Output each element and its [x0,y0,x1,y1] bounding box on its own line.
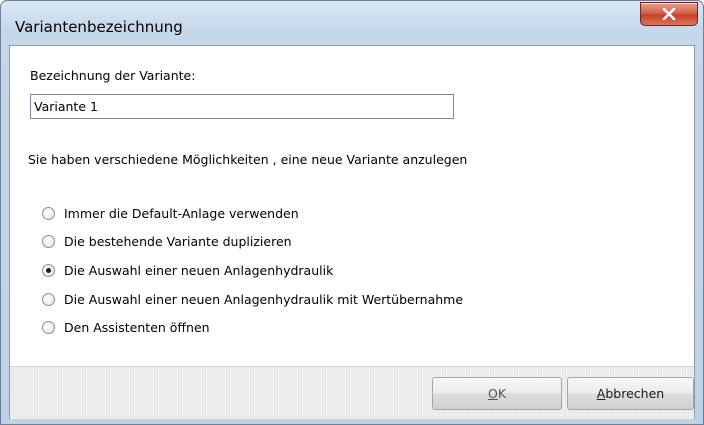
variant-name-input[interactable] [30,94,454,119]
cancel-mnemonic: A [596,386,606,401]
option-default-anlage[interactable]: Immer die Default-Anlage verwenden [42,204,299,222]
radio-button-selected[interactable] [42,263,55,277]
close-button[interactable] [640,2,698,26]
radio-button[interactable] [42,320,55,334]
dialog-content: Bezeichnung der Variante: Sie haben vers… [9,45,695,419]
radio-button[interactable] [42,206,55,220]
cancel-button[interactable]: Abbrechen [567,377,694,410]
radio-button[interactable] [42,292,55,306]
cancel-label-rest: bbrechen [605,386,665,401]
option-label: Die Auswahl einer neuen Anlagenhydraulik [64,262,334,278]
option-new-hydraulics-with-values[interactable]: Die Auswahl einer neuen Anlagenhydraulik… [42,290,463,308]
option-label: Die Auswahl einer neuen Anlagenhydraulik… [64,291,464,307]
option-label: Den Assistenten öffnen [64,319,210,335]
option-label: Immer die Default-Anlage verwenden [64,205,299,221]
option-open-assistant[interactable]: Den Assistenten öffnen [42,318,210,336]
option-duplicate-variant[interactable]: Die bestehende Variante duplizieren [42,232,292,250]
ok-button[interactable]: OK [432,377,562,410]
close-icon [662,8,676,20]
intro-text: Sie haben verschiedene Möglichkeiten , e… [28,152,468,167]
window-title: Variantenbezeichnung [15,18,183,36]
variant-name-label: Bezeichnung der Variante: [30,68,196,83]
option-new-hydraulics[interactable]: Die Auswahl einer neuen Anlagenhydraulik [42,261,333,279]
ok-mnemonic: O [487,386,498,401]
radio-button[interactable] [42,234,55,248]
dialog-window: Variantenbezeichnung Bezeichnung der Var… [0,0,704,425]
ok-label-rest: K [497,386,507,401]
button-bar: OK Abbrechen [10,366,694,419]
title-bar[interactable]: Variantenbezeichnung [1,1,703,45]
option-label: Die bestehende Variante duplizieren [64,233,292,249]
